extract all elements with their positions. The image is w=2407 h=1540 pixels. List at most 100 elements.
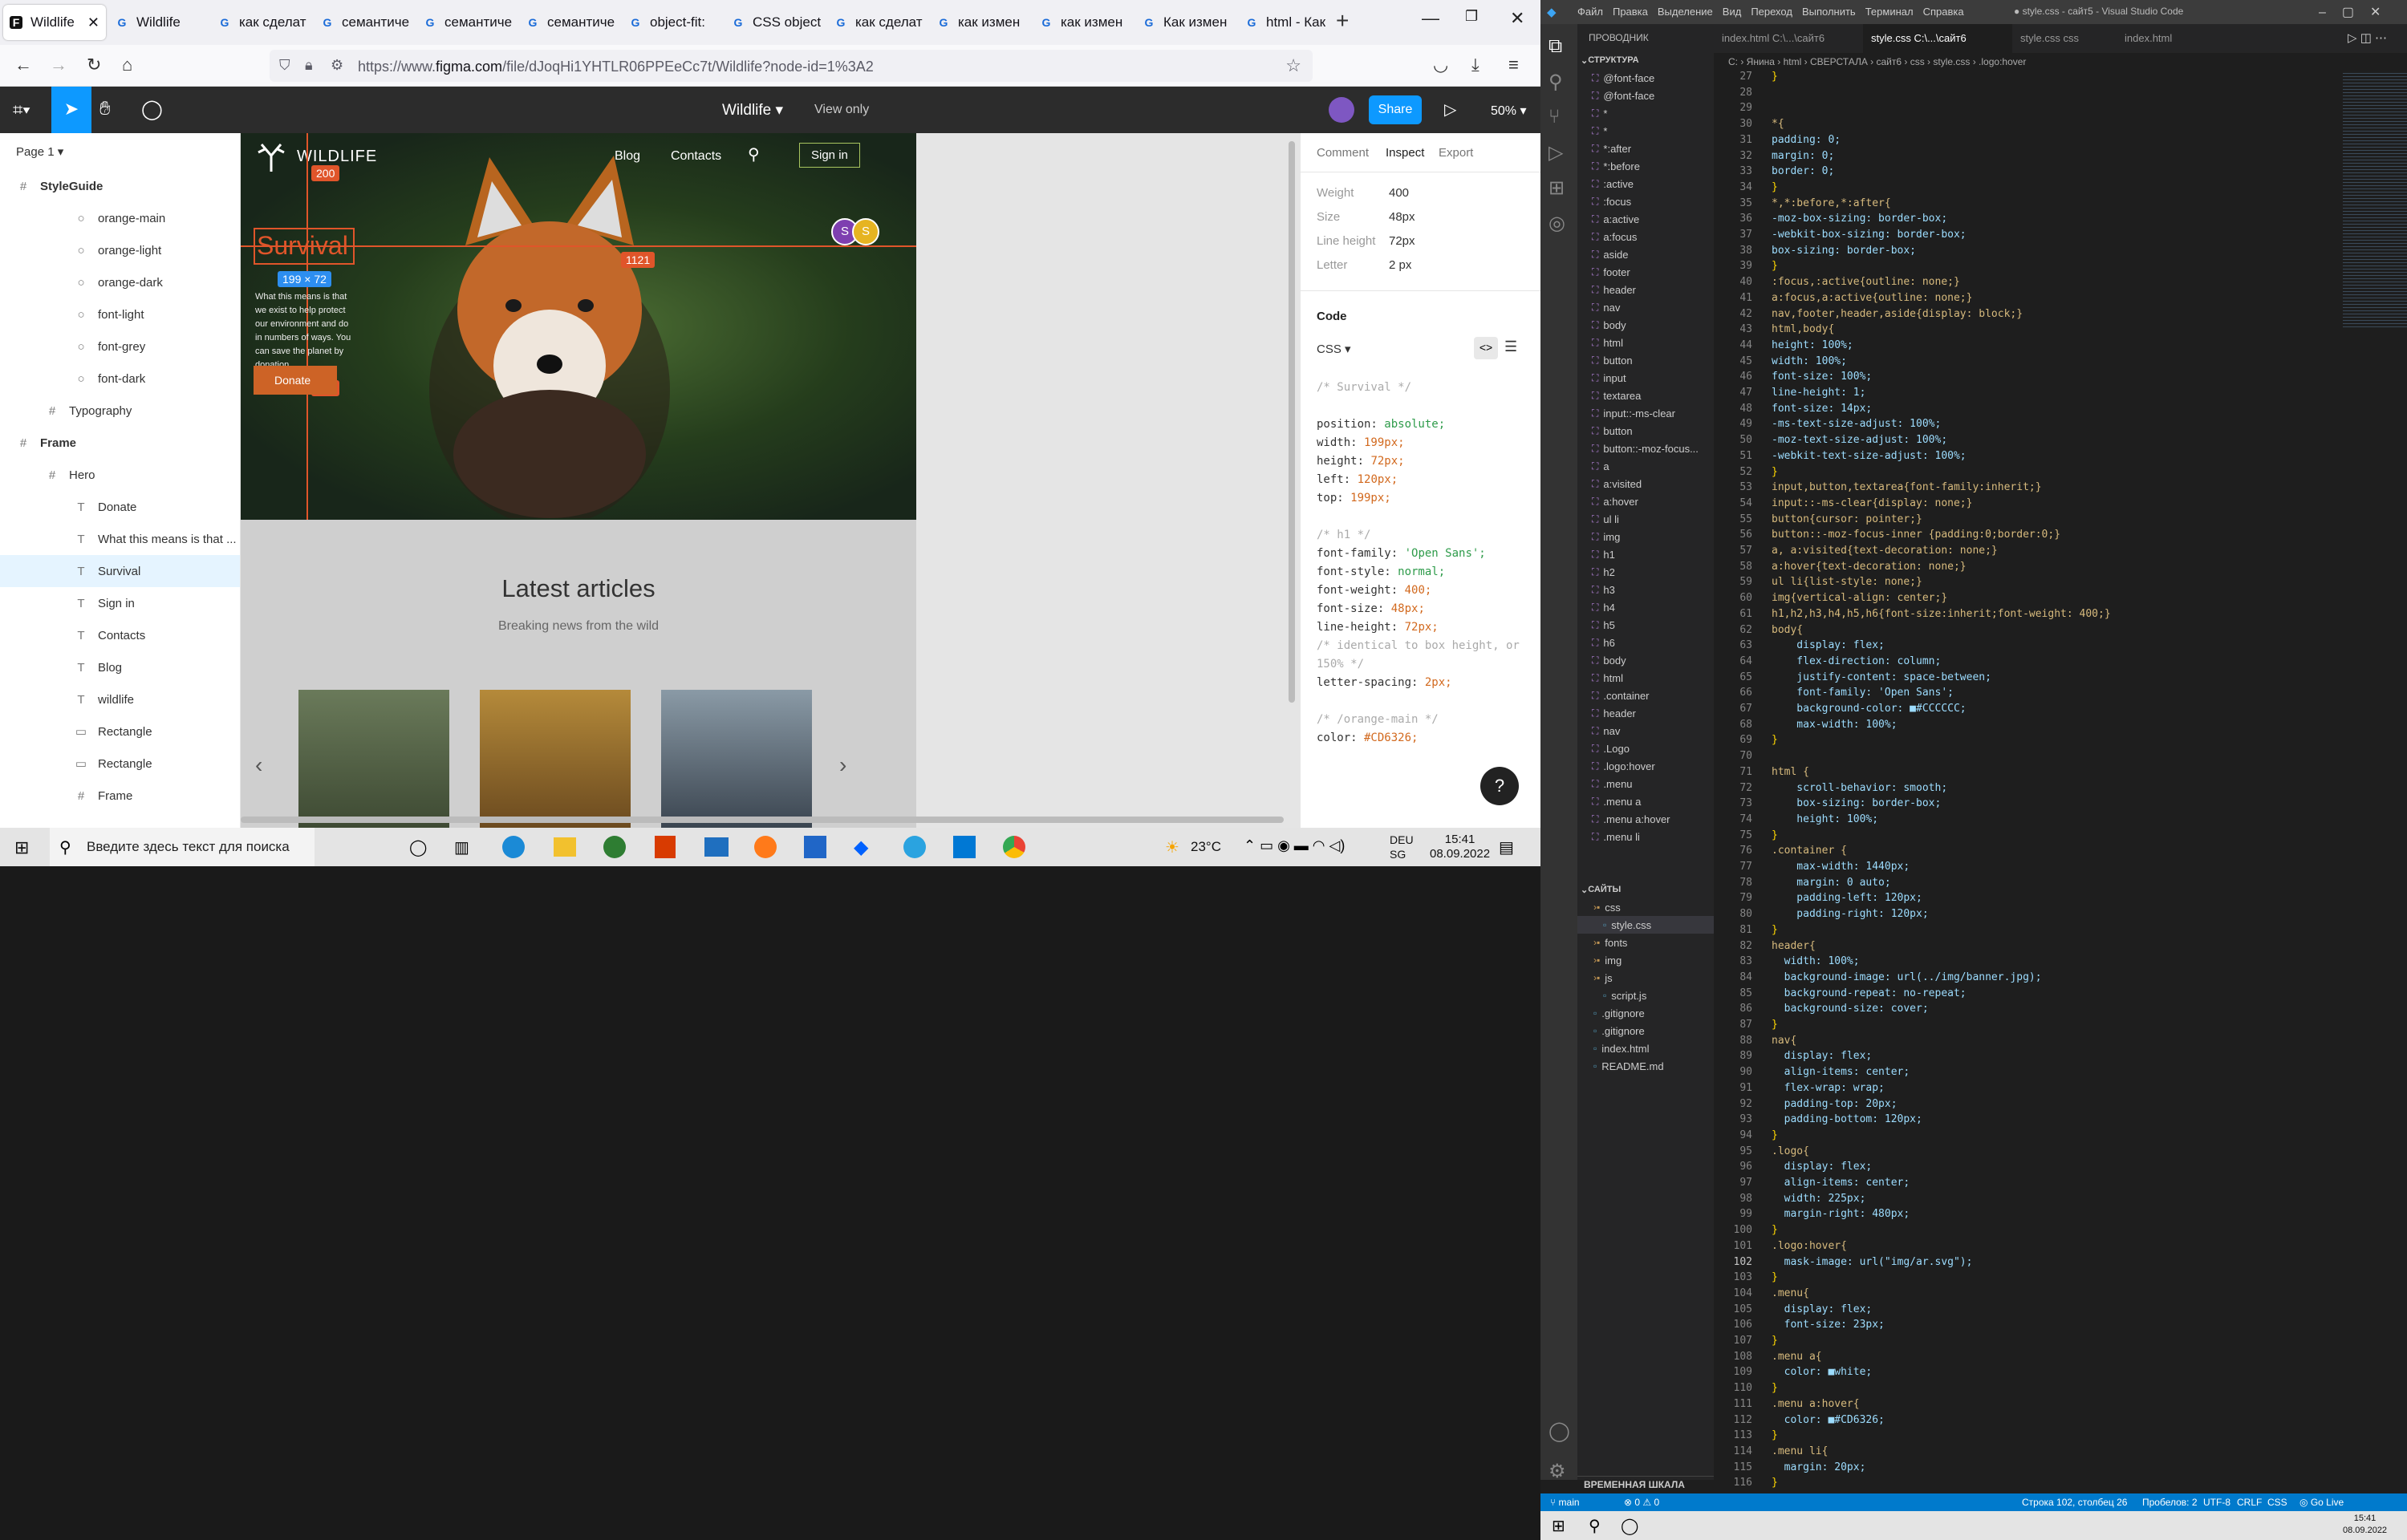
horizontal-scrollbar[interactable] — [241, 817, 1284, 823]
article-image[interactable] — [480, 690, 631, 828]
task-view-icon[interactable]: ▥ — [454, 837, 469, 857]
browser-tab[interactable]: Gobject-fit: — [623, 5, 725, 40]
browser-tab[interactable]: Gкак сделат — [212, 5, 315, 40]
tab-inspect[interactable]: Inspect — [1386, 146, 1424, 160]
timeline-header[interactable]: ВРЕМЕННАЯ ШКАЛА — [1577, 1476, 1714, 1493]
layer-item[interactable]: ▭ Rectangle — [0, 715, 240, 748]
explorer-icon[interactable]: ⧉ — [1549, 35, 1562, 58]
tab-style-css[interactable]: style.css C:\...\сайт6 — [1863, 24, 2012, 53]
outline-item[interactable]: ⛶ a:visited — [1577, 475, 1714, 492]
outline-item[interactable]: ⛶ img — [1577, 528, 1714, 545]
browser-tab[interactable]: Gсемантиче — [315, 5, 417, 40]
notifications-icon[interactable]: ▤ — [1499, 837, 1514, 857]
go-live[interactable]: ◎ Go Live — [2299, 1497, 2344, 1508]
menu-item[interactable]: Вид — [1723, 6, 1742, 18]
source-control-icon[interactable]: ⑂ — [1549, 106, 1560, 128]
layer-item[interactable]: Twildlife — [0, 683, 240, 715]
code-editor[interactable]: 27} 28 29 30 *{31 padding: 0; 32 margin: 0; 33 bo… — [1714, 71, 2340, 1521]
outline-header[interactable]: ⌄ СТРУКТУРА — [1577, 51, 1714, 69]
outline-item[interactable]: ⛶ .menu li — [1577, 828, 1714, 845]
help-button[interactable]: ? — [1480, 767, 1519, 805]
outline-item[interactable]: ⛶ textarea — [1577, 387, 1714, 404]
layer-item[interactable]: T Sign in — [0, 587, 240, 619]
restore-icon[interactable]: ❐ — [1465, 8, 1478, 25]
menu-item[interactable]: Правка — [1613, 6, 1648, 18]
latest-articles-title[interactable]: Latest articles — [241, 574, 916, 603]
minimap[interactable] — [2343, 71, 2407, 327]
menu-item[interactable]: Файл — [1577, 6, 1603, 18]
language-select[interactable]: CSS ▾ — [1317, 342, 1351, 356]
outline-item[interactable]: ⛶ body — [1577, 651, 1714, 669]
outline-item[interactable]: ⛶ h3 — [1577, 581, 1714, 598]
nav-blog[interactable]: Blog — [615, 149, 640, 164]
layer-item[interactable]: T Donate — [0, 491, 240, 523]
browser-tab[interactable]: Ghtml - Как — [1239, 5, 1342, 40]
file-tree-item[interactable]: ▫ style.css — [1577, 916, 1714, 934]
cortana-icon[interactable]: ◯ — [1621, 1516, 1638, 1536]
hero-description[interactable]: What this means is that we exist to help… — [255, 290, 356, 372]
outline-item[interactable]: ⛶ *:before — [1577, 157, 1714, 175]
outline-item[interactable]: ⛶ .menu a — [1577, 792, 1714, 810]
extensions-icon[interactable]: ⊞ — [1549, 176, 1565, 200]
dropbox-icon[interactable]: ◆ — [854, 836, 868, 859]
shield-icon[interactable]: ⛉ — [279, 57, 290, 74]
layer-item[interactable]: ○ orange-light — [0, 234, 240, 266]
layer-item[interactable]: ▭ Rectangle — [0, 748, 240, 780]
tray-icons[interactable]: ⌃ ▭ ◉ ▬ ◠ ◁) — [1244, 837, 1345, 854]
tab-export[interactable]: Export — [1439, 146, 1473, 160]
page-selector[interactable]: Page 1 ▾ — [0, 133, 240, 170]
outline-item[interactable]: ⛶ header — [1577, 704, 1714, 722]
outline-item[interactable]: ⛶ body — [1577, 316, 1714, 334]
layer-item[interactable]: T Contacts — [0, 619, 240, 651]
layer-item[interactable]: # Hero — [0, 459, 240, 491]
taskbar-search[interactable]: ⚲ Введите здесь текст для поиска — [50, 828, 315, 866]
figma-canvas[interactable]: WILDLIFE Blog Contacts ⚲ Sign in 200 112… — [241, 133, 1300, 828]
downloads-icon[interactable]: ⤓ — [1471, 55, 1480, 75]
browser-tab[interactable]: Gкак сделат — [828, 5, 931, 40]
carousel-next-icon[interactable]: › — [839, 752, 846, 778]
tab-close-icon[interactable]: ✕ — [87, 14, 99, 31]
css-code-block[interactable]: /* Survival */ position: absolute; width:… — [1317, 379, 1520, 748]
outline-item[interactable]: ⛶ aside — [1577, 245, 1714, 263]
outline-item[interactable]: ⛶ a:hover — [1577, 492, 1714, 510]
outline-item[interactable]: ⛶ * — [1577, 122, 1714, 140]
layer-item[interactable]: ○ font-light — [0, 298, 240, 330]
vscode-icon[interactable] — [953, 836, 976, 858]
outline-item[interactable]: ⛶ .logo:hover — [1577, 757, 1714, 775]
outline-item[interactable]: ⛶ .menu a:hover — [1577, 810, 1714, 828]
menu-item[interactable]: Выделение — [1658, 6, 1713, 18]
outline-item[interactable]: ⛶ a:focus — [1577, 228, 1714, 245]
browser-tab[interactable]: G CSS object — [725, 5, 828, 40]
signin-button[interactable]: Sign in — [799, 143, 860, 168]
articles-section[interactable]: Latest articles Breaking news from the w… — [241, 520, 916, 828]
outline-item[interactable]: ⛶:active — [1577, 175, 1714, 192]
menu-item[interactable]: Справка — [1923, 6, 1964, 18]
window-controls[interactable]: –▢✕ — [2319, 4, 2397, 20]
indentation[interactable]: Пробелов: 2 — [2142, 1497, 2198, 1508]
layer-item[interactable]: # Frame — [0, 427, 240, 459]
outline-item[interactable]: ⛶ h6 — [1577, 634, 1714, 651]
outline-item[interactable]: ⛶ html — [1577, 334, 1714, 351]
reload-icon[interactable]: ↻ — [87, 55, 101, 75]
start-icon[interactable]: ⊞ — [1552, 1516, 1565, 1536]
run-debug-icon[interactable]: ▷ — [1549, 141, 1563, 164]
language-indicator[interactable]: DEU SG — [1390, 833, 1414, 861]
outline-item[interactable]: ⛶ header — [1577, 281, 1714, 298]
menu-item[interactable]: Переход — [1751, 6, 1792, 18]
donate-button[interactable]: Donate — [254, 366, 337, 395]
hand-tool-icon[interactable]: ✋︎ — [99, 98, 111, 120]
bookmark-star-icon[interactable]: ☆ — [1285, 55, 1301, 76]
clock[interactable]: 15:41 08.09.2022 — [2343, 1513, 2387, 1537]
article-image[interactable] — [298, 690, 449, 828]
outline-item[interactable]: ⛶ .menu — [1577, 775, 1714, 792]
start-icon[interactable]: ⊞ — [14, 837, 29, 858]
file-tree-item[interactable]: ▫ .gitignore — [1577, 1022, 1714, 1040]
run-icon[interactable]: ▷ ◫ ⋯ — [2348, 30, 2387, 45]
new-tab-icon[interactable]: + — [1336, 8, 1349, 34]
search-icon[interactable]: ⚲ — [1549, 71, 1563, 94]
collaborator-avatar[interactable]: S — [852, 218, 879, 245]
outline-item[interactable]: ⛶ h4 — [1577, 598, 1714, 616]
menu-icon[interactable]: ≡ — [1508, 55, 1519, 75]
file-tree-item[interactable]: ›▪ img — [1577, 951, 1714, 969]
settings-gear-icon[interactable]: ⚙ — [1549, 1460, 1566, 1483]
